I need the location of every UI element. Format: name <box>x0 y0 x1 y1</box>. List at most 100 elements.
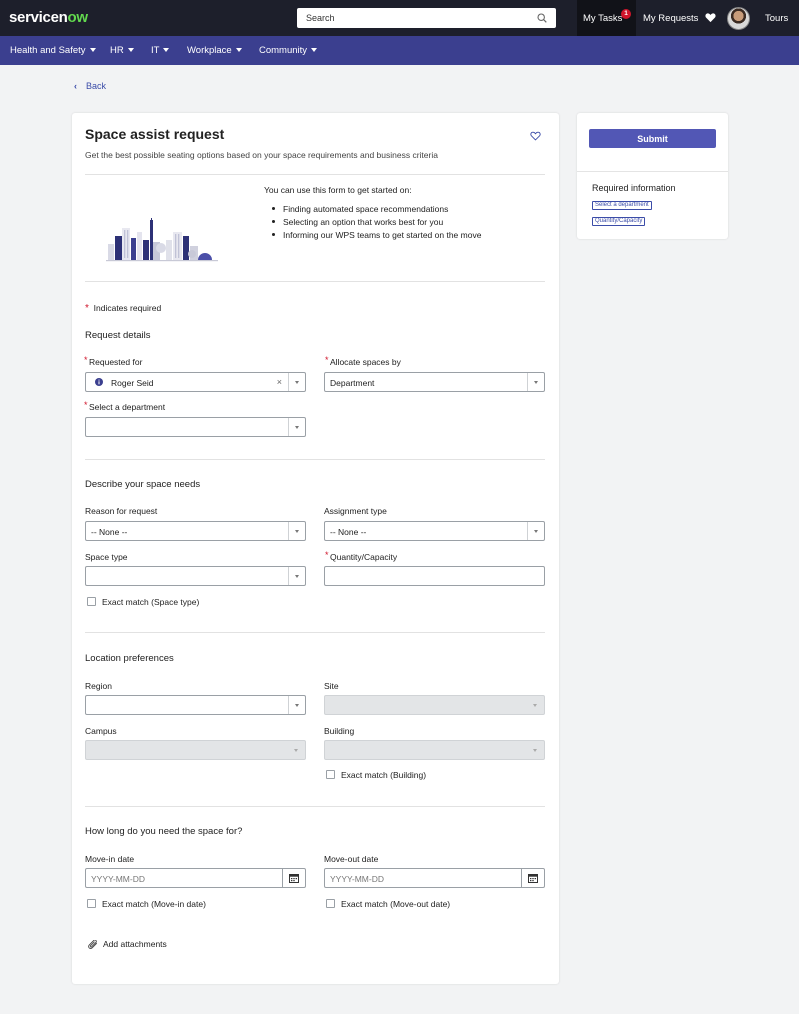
intro-list: Finding automated space recommendations … <box>272 204 481 243</box>
movein-date-input[interactable]: YYYY-MM-DD <box>85 868 306 888</box>
exact-moveout-label: Exact match (Move-out date) <box>341 899 451 909</box>
nav-hr[interactable]: HR <box>110 45 134 56</box>
divider <box>85 806 545 807</box>
required-note: * Indicates required <box>85 303 162 314</box>
nav-community[interactable]: Community <box>259 45 318 56</box>
servicenow-logo[interactable]: servicenow <box>9 9 88 26</box>
chevron-down-icon[interactable] <box>527 522 544 540</box>
clear-icon[interactable]: × <box>277 377 282 387</box>
tasks-count-badge: 1 <box>621 9 631 19</box>
region-label: Region <box>85 681 112 691</box>
building-select <box>324 740 545 760</box>
moveout-date-input[interactable]: YYYY-MM-DD <box>324 868 545 888</box>
section-request-details: Request details <box>85 330 151 341</box>
back-link[interactable]: ‹ Back <box>74 81 106 91</box>
chevron-down-icon <box>235 48 242 52</box>
section-location: Location preferences <box>85 653 174 664</box>
list-item: Selecting an option that works best for … <box>272 217 481 230</box>
department-label: * Select a department <box>84 400 166 412</box>
chevron-down-icon[interactable] <box>527 373 544 391</box>
exact-space-type-checkbox[interactable] <box>87 597 96 606</box>
chevron-down-icon <box>527 696 544 714</box>
exact-space-type-label: Exact match (Space type) <box>102 597 200 607</box>
calendar-button[interactable] <box>282 869 305 887</box>
chevron-down-icon[interactable] <box>288 373 305 391</box>
campus-select <box>85 740 306 760</box>
required-tag-quantity[interactable]: Quantity/Capacity <box>592 217 646 226</box>
submit-panel: Submit Required information Select a dep… <box>577 113 728 239</box>
chevron-down-icon <box>311 48 318 52</box>
my-tasks-label: My Tasks <box>583 13 623 24</box>
my-requests-link[interactable]: My Requests <box>643 13 698 24</box>
allocate-value: Department <box>330 378 375 388</box>
assignment-value: -- None -- <box>330 527 367 537</box>
nav-workplace[interactable]: Workplace <box>187 45 242 56</box>
exact-movein-label: Exact match (Move-in date) <box>102 899 206 909</box>
chevron-down-icon <box>127 48 134 52</box>
info-icon[interactable] <box>95 378 103 386</box>
chevron-down-icon <box>89 48 96 52</box>
department-field[interactable] <box>85 417 306 437</box>
space-type-label: Space type <box>85 552 128 562</box>
region-field[interactable] <box>85 695 306 715</box>
nav-it[interactable]: IT <box>151 45 170 56</box>
assignment-label: Assignment type <box>324 506 387 516</box>
calendar-icon <box>289 874 299 883</box>
chevron-down-icon <box>163 48 170 52</box>
allocate-spaces-select[interactable]: Department <box>324 372 545 392</box>
site-label: Site <box>324 681 339 691</box>
required-tag-department[interactable]: Select a department <box>592 201 652 210</box>
section-space-needs: Describe your space needs <box>85 479 201 490</box>
exact-building-checkbox[interactable] <box>326 770 335 779</box>
favorites-heart-icon[interactable] <box>705 12 716 23</box>
divider <box>85 281 545 282</box>
my-tasks-link[interactable]: My Tasks 1 <box>577 0 636 36</box>
requested-for-value: Roger Seid <box>111 378 154 388</box>
user-avatar[interactable] <box>727 7 750 30</box>
movein-placeholder: YYYY-MM-DD <box>91 874 145 884</box>
reason-label: Reason for request <box>85 506 158 516</box>
chevron-down-icon <box>288 741 305 759</box>
tours-link[interactable]: Tours <box>765 13 788 24</box>
quantity-label: * Quantity/Capacity <box>325 550 398 562</box>
submit-button[interactable]: Submit <box>589 129 716 148</box>
page-subtitle: Get the best possible seating options ba… <box>85 150 438 160</box>
calendar-button[interactable] <box>521 869 544 887</box>
quantity-input[interactable] <box>324 566 545 586</box>
reason-select[interactable]: -- None -- <box>85 521 306 541</box>
chevron-down-icon[interactable] <box>288 418 305 436</box>
chevron-down-icon <box>527 741 544 759</box>
movein-label: Move-in date <box>85 854 135 864</box>
chevron-down-icon[interactable] <box>288 567 305 585</box>
reason-value: -- None -- <box>91 527 128 537</box>
main-nav: Health and Safety HR IT Workplace Commun… <box>0 36 799 65</box>
heart-outline-icon[interactable] <box>530 131 541 141</box>
calendar-icon <box>528 874 538 883</box>
paperclip-icon[interactable] <box>88 940 99 950</box>
building-label: Building <box>324 726 355 736</box>
list-item: Finding automated space recommendations <box>272 204 481 217</box>
space-type-field[interactable] <box>85 566 306 586</box>
divider <box>85 632 545 633</box>
exact-movein-checkbox[interactable] <box>87 899 96 908</box>
divider <box>577 171 728 172</box>
exact-moveout-checkbox[interactable] <box>326 899 335 908</box>
required-info-heading: Required information <box>592 183 676 193</box>
intro-heading: You can use this form to get started on: <box>264 185 412 195</box>
nav-health-and-safety[interactable]: Health and Safety <box>10 45 96 56</box>
required-asterisk: * <box>85 303 89 314</box>
requested-for-label: * Requested for <box>84 355 143 367</box>
assignment-select[interactable]: -- None -- <box>324 521 545 541</box>
search-icon[interactable] <box>537 13 547 23</box>
requested-for-field[interactable]: Roger Seid × <box>85 372 306 392</box>
search-input[interactable] <box>297 8 517 28</box>
exact-building-label: Exact match (Building) <box>341 770 427 780</box>
add-attachments-link[interactable]: Add attachments <box>103 939 167 949</box>
moveout-placeholder: YYYY-MM-DD <box>330 874 384 884</box>
allocate-label: * Allocate spaces by <box>325 355 401 367</box>
chevron-down-icon[interactable] <box>288 696 305 714</box>
divider <box>85 174 545 175</box>
chevron-down-icon[interactable] <box>288 522 305 540</box>
campus-label: Campus <box>85 726 117 736</box>
global-search[interactable] <box>297 8 556 28</box>
